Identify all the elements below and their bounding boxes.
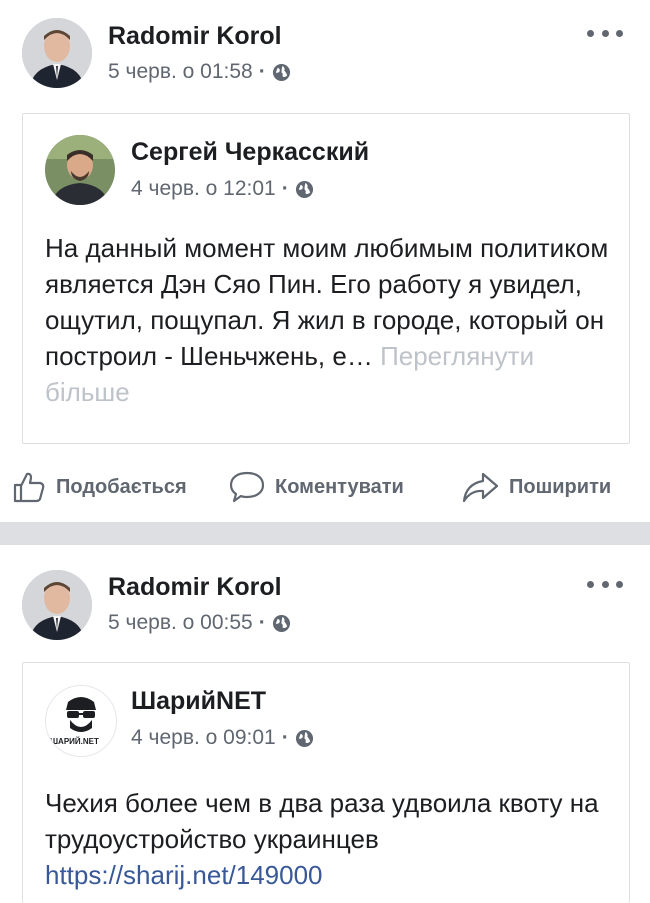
comment-icon — [229, 471, 265, 503]
feed-post: Radomir Korol 5 черв. о 00:55 · ШАРИЙ.NE… — [0, 545, 650, 903]
globe-icon — [272, 63, 290, 81]
shared-post-timestamp[interactable]: 4 черв. о 12:01 — [131, 177, 276, 201]
more-options-button[interactable] — [587, 26, 623, 40]
dot-icon — [587, 29, 594, 37]
comment-label: Коментувати — [275, 475, 404, 498]
more-options-button[interactable] — [587, 577, 623, 591]
shared-avatar-logo-text: ШАРИЙ.NET — [50, 737, 99, 746]
globe-icon — [295, 729, 313, 747]
post-meta: 5 черв. о 00:55 · — [108, 611, 291, 635]
like-label: Подобається — [56, 475, 187, 498]
shared-post-timestamp[interactable]: 4 черв. о 09:01 — [131, 726, 276, 750]
post-action-bar: Подобається Коментувати Поширити — [0, 464, 650, 510]
share-button[interactable]: Поширити — [461, 464, 611, 510]
globe-icon — [272, 614, 290, 632]
shared-post-text: Чехия более чем в два раза удвоила квоту… — [45, 785, 605, 893]
meta-separator: · — [258, 60, 266, 83]
shared-post-meta: 4 черв. о 12:01 · — [131, 177, 314, 201]
dot-icon — [601, 29, 609, 37]
share-icon — [462, 472, 499, 503]
shared-post-meta: 4 черв. о 09:01 · — [131, 726, 314, 750]
dot-icon — [616, 29, 623, 37]
shared-post-card[interactable]: ШАРИЙ.NET ШарийNET 4 черв. о 09:01 · Чех… — [22, 662, 630, 903]
meta-separator: · — [281, 177, 289, 200]
feed-post: Radomir Korol 5 черв. о 01:58 · Сергей Ч… — [0, 0, 650, 522]
meta-separator: · — [281, 726, 289, 749]
dot-icon — [616, 580, 623, 588]
shared-post-text: На данный момент моим любимым политиком … — [45, 230, 615, 410]
dot-icon — [587, 580, 594, 588]
shared-post-card[interactable]: Сергей Черкасский 4 черв. о 12:01 · На д… — [22, 113, 630, 444]
meta-separator: · — [258, 611, 266, 634]
post-link[interactable]: https://sharij.net/149000 — [45, 860, 323, 890]
post-timestamp[interactable]: 5 черв. о 00:55 — [108, 611, 253, 635]
author-name[interactable]: Radomir Korol — [108, 573, 282, 602]
shared-author-avatar[interactable] — [45, 135, 115, 205]
post-text-content: Чехия более чем в два раза удвоила квоту… — [45, 788, 599, 854]
author-name[interactable]: Radomir Korol — [108, 22, 282, 51]
share-label: Поширити — [509, 475, 612, 498]
post-meta: 5 черв. о 01:58 · — [108, 60, 291, 84]
like-icon — [13, 472, 45, 503]
shared-author-name[interactable]: ШарийNET — [131, 687, 266, 716]
dot-icon — [601, 580, 609, 588]
shared-author-name[interactable]: Сергей Черкасский — [131, 138, 369, 167]
feed-separator — [0, 522, 650, 545]
shared-author-avatar[interactable]: ШАРИЙ.NET — [45, 685, 117, 757]
comment-button[interactable]: Коментувати — [229, 464, 404, 510]
author-avatar[interactable] — [22, 570, 92, 640]
post-timestamp[interactable]: 5 черв. о 01:58 — [108, 60, 253, 84]
author-avatar[interactable] — [22, 18, 92, 88]
globe-icon — [295, 180, 313, 198]
like-button[interactable]: Подобається — [12, 464, 187, 510]
